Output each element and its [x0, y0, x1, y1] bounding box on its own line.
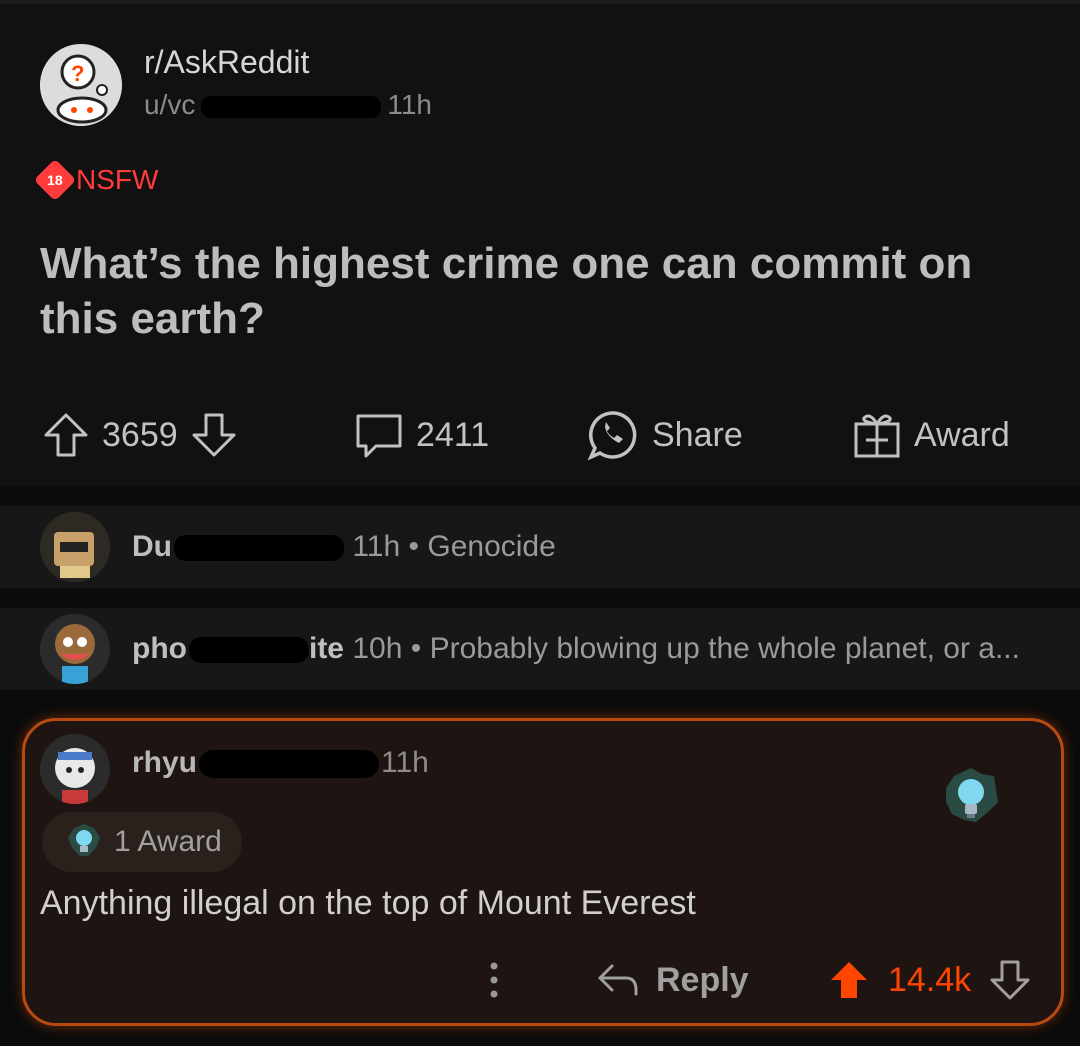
- nsfw-label: NSFW: [76, 164, 159, 195]
- share-button[interactable]: Share: [586, 405, 743, 465]
- comment-vote-group: 14.4k: [828, 950, 1031, 1010]
- post-title[interactable]: What’s the highest crime one can commit …: [40, 236, 1000, 346]
- avatar[interactable]: [40, 734, 110, 804]
- comment-score: 14.4k: [888, 960, 972, 999]
- comment-preview: Genocide: [427, 530, 556, 563]
- comment-time: 11h: [352, 530, 401, 563]
- comment-time: 10h: [352, 632, 403, 665]
- awards-label: 1 Award: [114, 825, 222, 858]
- subreddit-avatar[interactable]: ?: [40, 44, 122, 126]
- comment-count: 2411: [416, 415, 490, 454]
- downvote-icon[interactable]: [190, 411, 238, 459]
- comment-author-start: pho: [132, 632, 187, 665]
- share-label: Share: [652, 415, 743, 454]
- avatar[interactable]: [40, 512, 110, 582]
- comment-author[interactable]: pho ite: [132, 632, 344, 665]
- nsfw-badge-text: 18: [47, 171, 63, 188]
- reply-label: Reply: [656, 960, 749, 999]
- more-vertical-icon: [490, 962, 498, 998]
- post-meta: u/vc 11h: [144, 89, 432, 121]
- collapsed-comment[interactable]: Du 11h • Genocide: [0, 506, 1080, 588]
- nsfw-badge-icon: 18: [33, 158, 77, 202]
- post-actions: 3659 2411 Share Award: [0, 405, 1080, 465]
- award-label: Award: [914, 415, 1010, 454]
- award-button[interactable]: Award: [852, 405, 1010, 465]
- upvote-count: 3659: [102, 415, 178, 454]
- upvote-active-icon[interactable]: [828, 959, 870, 1001]
- whatsapp-icon: [587, 411, 637, 461]
- comment-icon: [356, 414, 402, 458]
- comment-body: Anything illegal on the top of Mount Eve…: [40, 884, 696, 922]
- nsfw-tag: 18 NSFW: [33, 158, 159, 202]
- comment-time: 11h: [381, 746, 429, 779]
- comment-line: Du 11h • Genocide: [132, 530, 556, 563]
- svg-text:?: ?: [71, 61, 84, 86]
- post-time: 11h: [387, 89, 432, 120]
- awards-pill[interactable]: 1 Award: [42, 812, 242, 872]
- downvote-icon[interactable]: [989, 959, 1031, 1001]
- lightbulb-award-icon[interactable]: [942, 766, 1000, 833]
- gift-icon: [854, 414, 900, 458]
- redaction-mark: [188, 637, 309, 664]
- vote-group: 3659: [42, 405, 238, 465]
- lightbulb-icon: [68, 824, 100, 856]
- reply-button[interactable]: Reply: [596, 950, 749, 1010]
- comments-button[interactable]: 2411: [354, 405, 489, 465]
- redaction-mark: [201, 95, 382, 118]
- comment-author-end: ite: [308, 632, 344, 665]
- comment-author[interactable]: Du: [132, 530, 172, 563]
- avatar[interactable]: [40, 614, 110, 684]
- comment-meta: rhyu 11h: [132, 746, 429, 780]
- more-options-button[interactable]: [480, 950, 508, 1010]
- post-author[interactable]: u/vc: [144, 89, 195, 120]
- comment-author[interactable]: rhyu: [132, 746, 197, 779]
- collapsed-comment[interactable]: pho ite 10h • Probably blowing up the who…: [0, 608, 1080, 690]
- subreddit-name[interactable]: r/AskReddit: [144, 44, 309, 81]
- reply-arrow-icon: [598, 964, 638, 996]
- redaction-mark: [199, 750, 380, 779]
- upvote-icon[interactable]: [42, 411, 90, 459]
- comment-preview: Probably blowing up the whole planet, or…: [429, 632, 1020, 665]
- redaction-mark: [174, 535, 344, 562]
- comment-line: pho ite 10h • Probably blowing up the who…: [132, 632, 1020, 665]
